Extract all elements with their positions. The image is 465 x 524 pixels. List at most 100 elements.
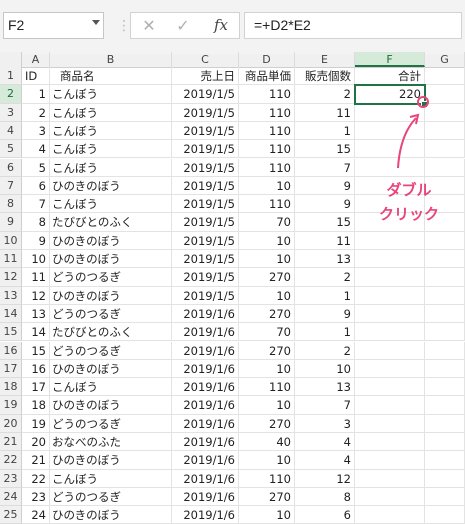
row-header[interactable]: 10 [0, 231, 22, 250]
cell-total[interactable] [355, 286, 425, 305]
cell-product-name[interactable]: ひのきのぼう [50, 176, 172, 196]
row-header[interactable]: 19 [0, 396, 22, 415]
row-header[interactable]: 8 [0, 195, 22, 214]
cell-total[interactable] [355, 323, 425, 342]
column-header-d[interactable]: D [239, 52, 295, 67]
cell-sale-date[interactable]: 2019/1/6 [172, 359, 239, 379]
empty-cell[interactable] [425, 103, 465, 122]
cell-id[interactable]: 15 [22, 341, 50, 360]
cell-total[interactable] [355, 121, 425, 141]
cell-id[interactable]: 21 [22, 451, 50, 470]
header-total[interactable]: 合計 [355, 67, 425, 86]
cell-total[interactable] [355, 158, 425, 177]
cell-product-name[interactable]: どうのつるぎ [50, 487, 172, 507]
row-header[interactable]: 5 [0, 140, 22, 159]
cell-sale-date[interactable]: 2019/1/5 [172, 158, 239, 177]
cell-product-name[interactable]: こんぼう [50, 158, 172, 177]
row-header[interactable]: 2 [0, 85, 22, 104]
cell-product-name[interactable]: こんぼう [50, 469, 172, 488]
cell-product-name[interactable]: ひのきのぼう [50, 506, 172, 524]
cell-product-name[interactable]: たびびとのふく [50, 213, 172, 232]
column-header-f[interactable]: F [355, 52, 425, 67]
cell-id[interactable]: 6 [22, 176, 50, 196]
cell-unit-price[interactable]: 110 [239, 103, 295, 122]
insert-function-icon[interactable]: fx [209, 13, 233, 38]
cell-unit-price[interactable]: 40 [239, 433, 295, 452]
empty-cell[interactable] [425, 304, 465, 324]
cell-unit-price[interactable]: 10 [239, 451, 295, 470]
empty-cell[interactable] [425, 341, 465, 360]
active-cell-selection[interactable] [354, 84, 426, 105]
select-all-corner[interactable] [0, 52, 22, 67]
cell-unit-price[interactable]: 110 [239, 195, 295, 214]
row-header[interactable]: 24 [0, 487, 22, 507]
column-header-e[interactable]: E [295, 52, 355, 67]
cell-id[interactable]: 1 [22, 85, 50, 104]
cell-total[interactable] [355, 469, 425, 488]
empty-cell[interactable] [425, 396, 465, 415]
cell-unit-price[interactable]: 110 [239, 158, 295, 177]
row-header[interactable]: 6 [0, 158, 22, 177]
cell-product-name[interactable]: こんぼう [50, 85, 172, 104]
row-header[interactable]: 20 [0, 414, 22, 433]
cell-product-name[interactable]: どうのつるぎ [50, 414, 172, 433]
formula-input[interactable]: =+D2*E2 [244, 12, 462, 39]
cell-product-name[interactable]: どうのつるぎ [50, 341, 172, 360]
cell-id[interactable]: 14 [22, 323, 50, 342]
empty-cell[interactable] [425, 250, 465, 269]
cell-sale-date[interactable]: 2019/1/5 [172, 213, 239, 232]
cell-quantity[interactable]: 12 [295, 469, 355, 488]
cell-quantity[interactable]: 1 [295, 121, 355, 141]
column-header-g[interactable]: G [425, 52, 465, 67]
cell-total[interactable] [355, 103, 425, 122]
cell-product-name[interactable]: おなべのふた [50, 433, 172, 452]
cell-sale-date[interactable]: 2019/1/5 [172, 268, 239, 287]
cell-sale-date[interactable]: 2019/1/6 [172, 378, 239, 397]
cell-sale-date[interactable]: 2019/1/6 [172, 506, 239, 524]
cell-unit-price[interactable]: 270 [239, 414, 295, 433]
cell-sale-date[interactable]: 2019/1/6 [172, 323, 239, 342]
cell-total[interactable] [355, 359, 425, 379]
cell-unit-price[interactable]: 270 [239, 268, 295, 287]
row-header[interactable]: 16 [0, 341, 22, 360]
cell-total[interactable] [355, 250, 425, 269]
row-header[interactable]: 12 [0, 268, 22, 287]
cell-product-name[interactable]: たびびとのふく [50, 323, 172, 342]
cell-unit-price[interactable]: 110 [239, 121, 295, 141]
cell-product-name[interactable]: ひのきのぼう [50, 286, 172, 305]
row-header[interactable]: 25 [0, 506, 22, 524]
cell-total[interactable] [355, 341, 425, 360]
cell-quantity[interactable]: 1 [295, 323, 355, 342]
cell-sale-date[interactable]: 2019/1/5 [172, 85, 239, 104]
cell-unit-price[interactable]: 10 [239, 250, 295, 269]
cell-quantity[interactable]: 15 [295, 140, 355, 159]
row-header[interactable]: 7 [0, 176, 22, 196]
cell-id[interactable]: 8 [22, 213, 50, 232]
empty-cell[interactable] [425, 286, 465, 305]
cell-product-name[interactable]: どうのつるぎ [50, 304, 172, 324]
cell-sale-date[interactable]: 2019/1/6 [172, 304, 239, 324]
name-box[interactable]: F2 [3, 12, 104, 39]
cell-unit-price[interactable]: 10 [239, 359, 295, 379]
cell-sale-date[interactable]: 2019/1/5 [172, 231, 239, 250]
row-header[interactable]: 21 [0, 433, 22, 452]
empty-cell[interactable] [425, 359, 465, 379]
row-header[interactable]: 3 [0, 103, 22, 122]
cell-quantity[interactable]: 9 [295, 195, 355, 214]
row-header[interactable]: 15 [0, 323, 22, 342]
row-header[interactable]: 17 [0, 359, 22, 379]
cell-id[interactable]: 2 [22, 103, 50, 122]
cell-unit-price[interactable]: 110 [239, 378, 295, 397]
cell-sale-date[interactable]: 2019/1/5 [172, 140, 239, 159]
column-header-a[interactable]: A [22, 52, 50, 67]
cell-id[interactable]: 23 [22, 487, 50, 507]
cell-product-name[interactable]: こんぼう [50, 140, 172, 159]
cell-product-name[interactable]: ひのきのぼう [50, 231, 172, 250]
cell-sale-date[interactable]: 2019/1/5 [172, 103, 239, 122]
cell-sale-date[interactable]: 2019/1/6 [172, 396, 239, 415]
cell-id[interactable]: 24 [22, 506, 50, 524]
cell-id[interactable]: 22 [22, 469, 50, 488]
cell-id[interactable]: 18 [22, 396, 50, 415]
cell-unit-price[interactable]: 70 [239, 323, 295, 342]
cell-quantity[interactable]: 11 [295, 231, 355, 250]
